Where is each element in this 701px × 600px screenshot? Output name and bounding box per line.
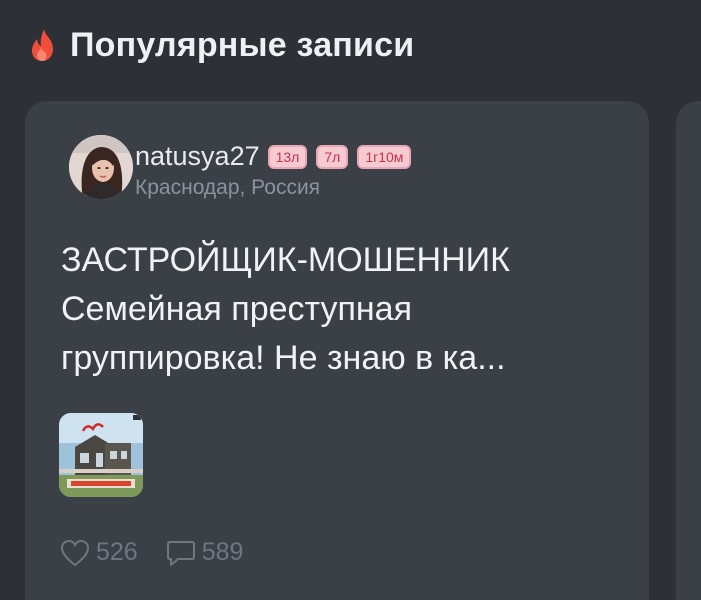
post-text-line: ЗАСТРОЙЩИК-МОШЕННИК (61, 241, 510, 279)
heart-icon (60, 539, 90, 566)
post-card[interactable]: natusya27 13л 7л 1г10м Краснодар, Россия… (25, 101, 649, 600)
author-username[interactable]: natusya27 (135, 141, 260, 172)
author-row: natusya27 13л 7л 1г10м (135, 141, 420, 172)
fire-icon (30, 28, 58, 62)
badge-baby-age: 1г10м (357, 144, 412, 169)
next-post-card[interactable] (676, 101, 701, 600)
badge-children: 7л (316, 144, 349, 169)
comment-icon (166, 540, 195, 566)
post-text[interactable]: ЗАСТРОЙЩИК-МОШЕННИК Семейная преступная … (61, 236, 621, 383)
author-location: Краснодар, Россия (135, 176, 321, 199)
post-text-line: Семейная преступная (61, 290, 412, 328)
comments-count: 589 (201, 538, 244, 566)
post-thumbnail[interactable] (59, 413, 143, 497)
likes-count: 526 (96, 538, 138, 566)
popular-posts-screen: Популярные записи natusya27 13л 7л 1г10м… (0, 0, 701, 600)
section-title: Популярные записи (70, 25, 415, 64)
badge-years: 13л (267, 144, 308, 169)
comment-button[interactable]: 589 (166, 538, 244, 567)
post-stats: 526 589 (60, 538, 271, 567)
avatar[interactable] (69, 135, 133, 199)
post-text-line: группировка! Не знаю в ка... (61, 339, 506, 377)
section-header: Популярные записи (30, 20, 414, 70)
like-button[interactable]: 526 (60, 538, 138, 567)
